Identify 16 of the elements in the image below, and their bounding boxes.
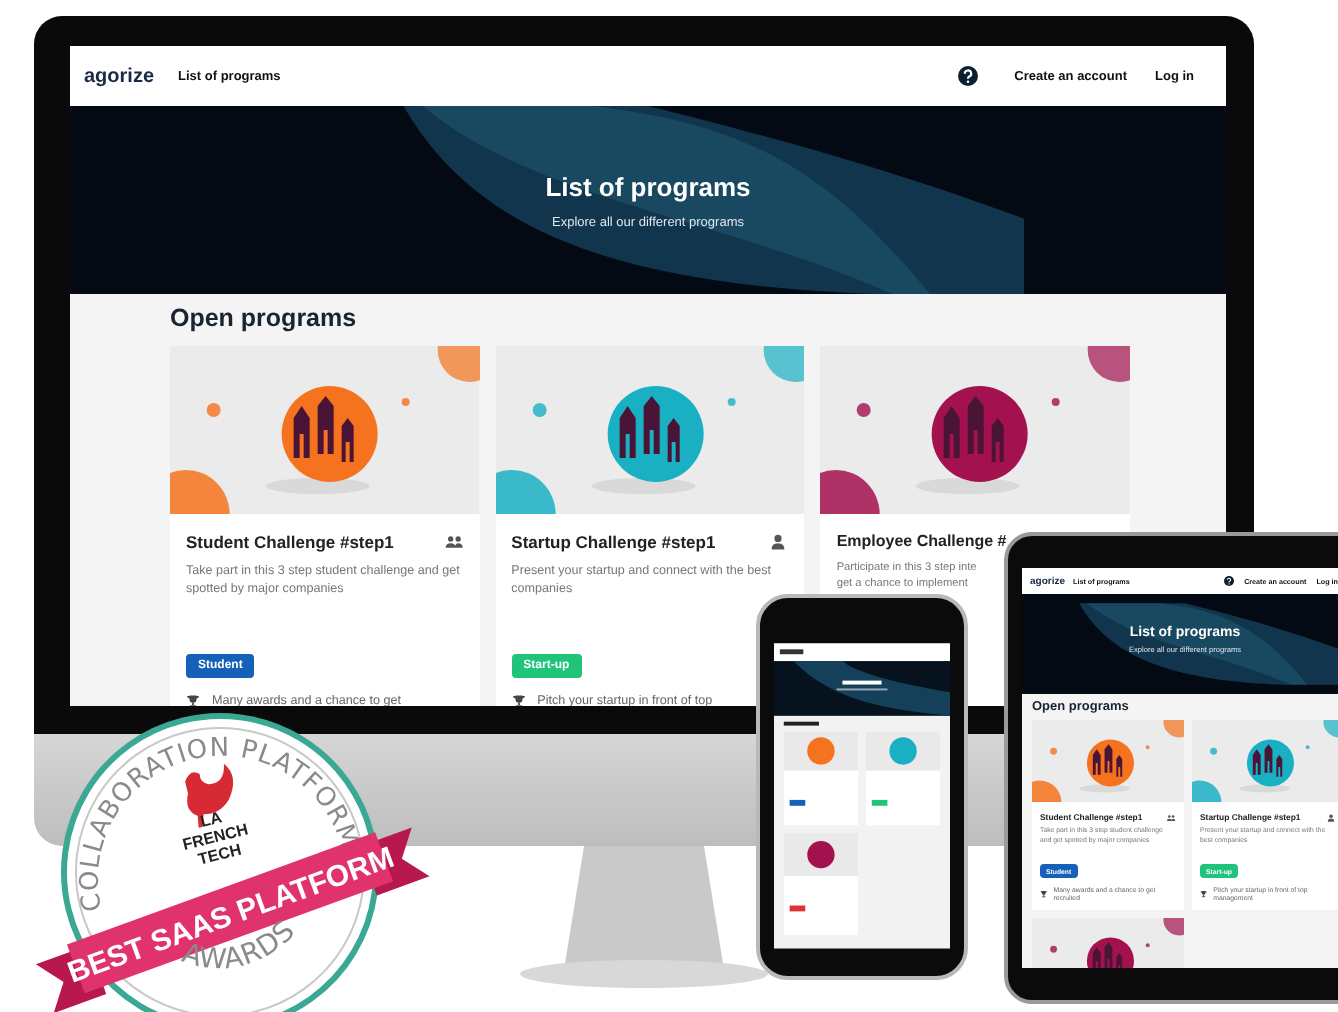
trophy-icon (1200, 890, 1208, 898)
section-heading: Open programs (170, 304, 359, 332)
card-title: Student Challenge #step1 (186, 532, 394, 552)
people-icon (443, 534, 464, 550)
card-title: Startup Challenge #step1 (511, 532, 716, 552)
trophy-icon (511, 694, 526, 706)
person-icon (768, 534, 789, 550)
person-icon (1326, 813, 1336, 821)
page-title: List of programs (545, 172, 751, 202)
card-title: Employee Challenge # (836, 532, 1007, 550)
help-icon (958, 66, 979, 86)
agorize-logo: agorize (84, 65, 155, 87)
help-icon (1224, 576, 1235, 586)
trophy-icon (1040, 890, 1048, 898)
trophy-icon (186, 694, 200, 706)
people-icon (1166, 813, 1176, 821)
